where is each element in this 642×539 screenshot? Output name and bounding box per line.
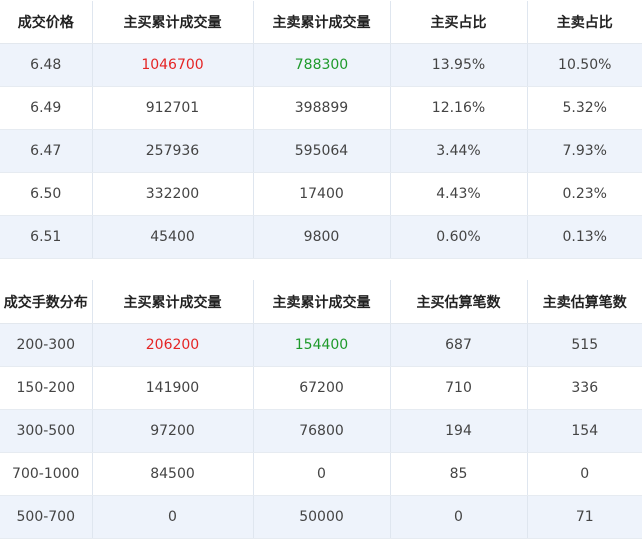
table-row: 300-500 97200 76800 194 154 (0, 409, 642, 453)
cell-sell-volume: 50000 (253, 495, 391, 539)
cell-buy-count: 687 (390, 323, 528, 367)
price-distribution-table: 成交价格 主买累计成交量 主卖累计成交量 主买占比 主卖占比 6.48 1046… (0, 1, 642, 259)
cell-lot-range: 200-300 (0, 323, 93, 367)
cell-buy-ratio: 13.95% (390, 43, 528, 87)
cell-sell-ratio: 0.23% (527, 172, 642, 216)
cell-buy-volume: 332200 (92, 172, 254, 216)
table-row: 6.49 912701 398899 12.16% 5.32% (0, 86, 642, 130)
cell-sell-ratio: 0.13% (527, 215, 642, 259)
cell-sell-volume: 76800 (253, 409, 391, 453)
cell-buy-volume: 45400 (92, 215, 254, 259)
header-buy-ratio: 主买占比 (390, 1, 528, 44)
cell-sell-count: 336 (527, 366, 642, 410)
table-row: 150-200 141900 67200 710 336 (0, 366, 642, 410)
table-row: 6.50 332200 17400 4.43% 0.23% (0, 172, 642, 216)
cell-buy-volume: 257936 (92, 129, 254, 173)
cell-sell-volume: 398899 (253, 86, 391, 130)
table-row: 500-700 0 50000 0 71 (0, 495, 642, 539)
cell-buy-volume: 912701 (92, 86, 254, 130)
cell-price: 6.50 (0, 172, 93, 216)
header-sell-count: 主卖估算笔数 (527, 280, 642, 324)
header-sell-volume: 主卖累计成交量 (253, 280, 391, 324)
header-lot-range: 成交手数分布 (0, 280, 93, 324)
cell-sell-volume: 595064 (253, 129, 391, 173)
cell-price: 6.51 (0, 215, 93, 259)
header-buy-volume: 主买累计成交量 (92, 1, 254, 44)
cell-sell-volume: 9800 (253, 215, 391, 259)
cell-lot-range: 150-200 (0, 366, 93, 410)
cell-lot-range: 300-500 (0, 409, 93, 453)
cell-price: 6.49 (0, 86, 93, 130)
table-row: 700-1000 84500 0 85 0 (0, 452, 642, 496)
cell-buy-volume: 206200 (92, 323, 254, 367)
cell-price: 6.47 (0, 129, 93, 173)
cell-buy-count: 710 (390, 366, 528, 410)
cell-buy-ratio: 4.43% (390, 172, 528, 216)
cell-sell-count: 515 (527, 323, 642, 367)
cell-sell-volume: 788300 (253, 43, 391, 87)
table-header-row: 成交价格 主买累计成交量 主卖累计成交量 主买占比 主卖占比 (0, 1, 642, 44)
cell-sell-ratio: 5.32% (527, 86, 642, 130)
cell-sell-count: 71 (527, 495, 642, 539)
cell-sell-volume: 154400 (253, 323, 391, 367)
header-buy-count: 主买估算笔数 (390, 280, 528, 324)
cell-sell-ratio: 7.93% (527, 129, 642, 173)
table-row: 6.51 45400 9800 0.60% 0.13% (0, 215, 642, 259)
header-sell-volume: 主卖累计成交量 (253, 1, 391, 44)
table-row: 6.47 257936 595064 3.44% 7.93% (0, 129, 642, 173)
cell-lot-range: 500-700 (0, 495, 93, 539)
table-header-row: 成交手数分布 主买累计成交量 主卖累计成交量 主买估算笔数 主卖估算笔数 (0, 280, 642, 324)
cell-sell-ratio: 10.50% (527, 43, 642, 87)
table-row: 200-300 206200 154400 687 515 (0, 323, 642, 367)
cell-buy-ratio: 12.16% (390, 86, 528, 130)
cell-buy-volume: 1046700 (92, 43, 254, 87)
header-price: 成交价格 (0, 1, 93, 44)
cell-lot-range: 700-1000 (0, 452, 93, 496)
cell-buy-ratio: 3.44% (390, 129, 528, 173)
cell-buy-count: 194 (390, 409, 528, 453)
cell-sell-volume: 17400 (253, 172, 391, 216)
cell-buy-volume: 141900 (92, 366, 254, 410)
cell-sell-volume: 67200 (253, 366, 391, 410)
header-sell-ratio: 主卖占比 (527, 1, 642, 44)
cell-sell-count: 0 (527, 452, 642, 496)
table-row: 6.48 1046700 788300 13.95% 10.50% (0, 43, 642, 87)
cell-sell-volume: 0 (253, 452, 391, 496)
cell-buy-count: 0 (390, 495, 528, 539)
cell-buy-count: 85 (390, 452, 528, 496)
cell-buy-volume: 0 (92, 495, 254, 539)
table-spacer (0, 259, 642, 280)
header-buy-volume: 主买累计成交量 (92, 280, 254, 324)
cell-buy-volume: 97200 (92, 409, 254, 453)
cell-sell-count: 154 (527, 409, 642, 453)
cell-buy-volume: 84500 (92, 452, 254, 496)
cell-price: 6.48 (0, 43, 93, 87)
cell-buy-ratio: 0.60% (390, 215, 528, 259)
lot-size-distribution-table: 成交手数分布 主买累计成交量 主卖累计成交量 主买估算笔数 主卖估算笔数 200… (0, 280, 642, 539)
